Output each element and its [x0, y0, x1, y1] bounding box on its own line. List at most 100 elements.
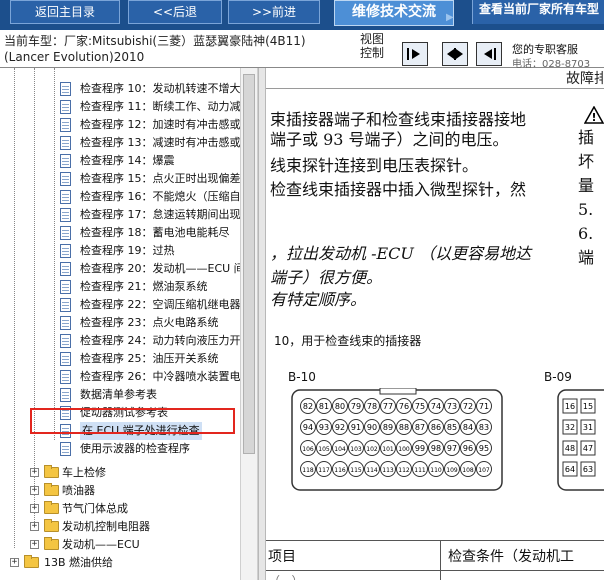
pin-number: 75	[415, 402, 425, 411]
pin-number: 101	[382, 446, 394, 453]
svg-text:!: !	[591, 111, 596, 124]
tree-item[interactable]: 检查程序 15：点火正时出现偏差	[0, 170, 240, 188]
tree-item[interactable]: 检查程序 10：发动机转速不增大	[0, 80, 240, 98]
top-nav-bar: 返回主目录 <<后退 >>前进 维修技术交流 ▶ 查看当前厂家所有车型	[0, 0, 604, 30]
forward-button[interactable]: >>前进	[228, 0, 320, 24]
pin-number: 112	[398, 467, 410, 474]
document-icon	[60, 244, 71, 258]
split-view-button[interactable]	[442, 42, 468, 66]
pane-splitter[interactable]	[258, 68, 266, 580]
expand-toggle-icon[interactable]: +	[30, 468, 39, 477]
tree-item-label: 检查程序 11：断续工作、动力减	[80, 100, 240, 113]
pin-number: 113	[382, 467, 394, 474]
pin-number: 110	[430, 467, 442, 474]
doc-line: 检查线束插接器中插入微型探针，然	[270, 180, 527, 199]
tree-item[interactable]: 检查程序 20：发动机——ECU 间	[0, 260, 240, 278]
document-icon	[60, 334, 71, 348]
pin-number: 47	[583, 444, 593, 453]
folder-icon	[24, 555, 39, 568]
divider	[266, 88, 604, 89]
tree-item[interactable]: 检查程序 11：断续工作、动力减	[0, 98, 240, 116]
tree-item[interactable]: 检查程序 19：过热	[0, 242, 240, 260]
pin-number: 108	[462, 467, 474, 474]
pin-number: 91	[351, 423, 361, 432]
pin-number: 94	[303, 423, 313, 432]
tree-item[interactable]: 检查程序 24：动力转向液压力开	[0, 332, 240, 350]
scrollbar-thumb[interactable]	[243, 74, 255, 454]
tree-item[interactable]: 检查程序 17：怠速运转期间出现	[0, 206, 240, 224]
tree-item[interactable]: 检查程序 25：油压开关系统	[0, 350, 240, 368]
tree-item[interactable]: 检查程序 26：中冷器喷水装置电	[0, 368, 240, 386]
pin-number: 118	[302, 467, 314, 474]
tree-folder[interactable]: + 车上检修	[0, 464, 240, 482]
tree-folder[interactable]: + 发动机——ECU	[0, 536, 240, 554]
table-header-condition: 检查条件（发动机工	[448, 549, 574, 565]
tree-folder-label: 发动机——ECU	[62, 538, 140, 551]
figure-caption: 10，用于检查线束的插接器	[274, 334, 422, 348]
document-icon	[60, 226, 71, 240]
pin-number: 88	[399, 423, 409, 432]
expand-toggle-icon[interactable]: +	[30, 522, 39, 531]
tree-item[interactable]: 检查程序 21：燃油泵系统	[0, 278, 240, 296]
connector-b09-diagram: 16 15 32 31 48 47 64 63	[557, 389, 604, 491]
pin-number: 117	[318, 467, 330, 474]
tree-item[interactable]: 检查程序 16：不能熄火（压缩自	[0, 188, 240, 206]
tree-item-label: 检查程序 15：点火正时出现偏差	[80, 172, 240, 185]
document-icon	[60, 154, 71, 168]
pin-number: 111	[414, 467, 426, 474]
home-button[interactable]: 返回主目录	[10, 0, 120, 24]
tree-view: 检查程序 10：发动机转速不增大检查程序 11：断续工作、动力减检查程序 12：…	[0, 68, 240, 580]
tree-item-label: 检查程序 25：油压开关系统	[80, 352, 219, 365]
expand-toggle-icon[interactable]: +	[30, 504, 39, 513]
tree-folder[interactable]: + 节气门体总成	[0, 500, 240, 518]
query-models-button[interactable]: 查看当前厂家所有车型	[472, 0, 604, 24]
doc-line: 端子或 93 号端子）之间的电压。	[270, 130, 509, 149]
expand-right-button[interactable]	[402, 42, 428, 66]
pin-number: 115	[350, 467, 362, 474]
pin-number: 80	[335, 402, 345, 411]
expand-toggle-icon[interactable]: +	[10, 558, 19, 567]
pin-number: 106	[302, 446, 314, 453]
doc-line: 有特定顺序。	[270, 290, 367, 309]
expand-toggle-icon[interactable]: +	[30, 540, 39, 549]
table-row: （...）	[268, 572, 303, 580]
pin-number: 98	[431, 444, 441, 453]
tree-item[interactable]: 检查程序 13：减速时有冲击感或	[0, 134, 240, 152]
pin-number: 32	[565, 423, 575, 432]
pin-number: 76	[399, 402, 409, 411]
side-column-text: 插 坏 量 5. 6. 端	[578, 128, 595, 267]
back-button[interactable]: <<后退	[128, 0, 222, 24]
tree-scrollbar[interactable]	[240, 68, 258, 580]
expand-toggle-icon[interactable]: +	[30, 486, 39, 495]
car-info-line1: 当前车型：厂家:Mitsubishi(三菱）蓝瑟翼豪陆神(4B11)	[4, 34, 306, 48]
tree-folder[interactable]: +13B 燃油供给	[0, 554, 240, 572]
tree-folder-label: 车上检修	[62, 466, 106, 479]
highlight-annotation	[30, 408, 235, 434]
folder-icon	[44, 483, 59, 496]
tree-item[interactable]: 检查程序 14：爆震	[0, 152, 240, 170]
pin-number: 83	[479, 423, 489, 432]
document-icon	[60, 298, 71, 312]
tree-item[interactable]: 检查程序 22：空调压缩机继电器	[0, 296, 240, 314]
pin-number: 107	[478, 467, 490, 474]
tree-folder-label: 节气门体总成	[62, 502, 128, 515]
tree-item[interactable]: 检查程序 23：点火电路系统	[0, 314, 240, 332]
forum-button[interactable]: 维修技术交流	[334, 0, 454, 26]
pin-number: 79	[351, 402, 361, 411]
arrow-right-icon	[407, 48, 420, 60]
tree-folder[interactable]: + 喷油器	[0, 482, 240, 500]
tree-item[interactable]: 检查程序 18：蓄电池电能耗尽	[0, 224, 240, 242]
pin-number: 64	[565, 465, 575, 474]
pin-number: 63	[583, 465, 593, 474]
pin-number: 78	[367, 402, 377, 411]
divider	[266, 540, 604, 541]
current-car-info: 当前车型：厂家:Mitsubishi(三菱）蓝瑟翼豪陆神(4B11) (Lanc…	[4, 33, 356, 65]
tree-folder[interactable]: + 发动机控制电阻器	[0, 518, 240, 536]
pin-number: 73	[447, 402, 457, 411]
pin-number: 102	[366, 446, 378, 453]
tree-item[interactable]: 数据清单参考表	[0, 386, 240, 404]
expand-left-button[interactable]	[476, 42, 502, 66]
tree-item[interactable]: 检查程序 12：加速时有冲击感或	[0, 116, 240, 134]
tree-item[interactable]: 使用示波器的检查程序	[0, 440, 240, 458]
warning-icon: !	[584, 106, 604, 124]
